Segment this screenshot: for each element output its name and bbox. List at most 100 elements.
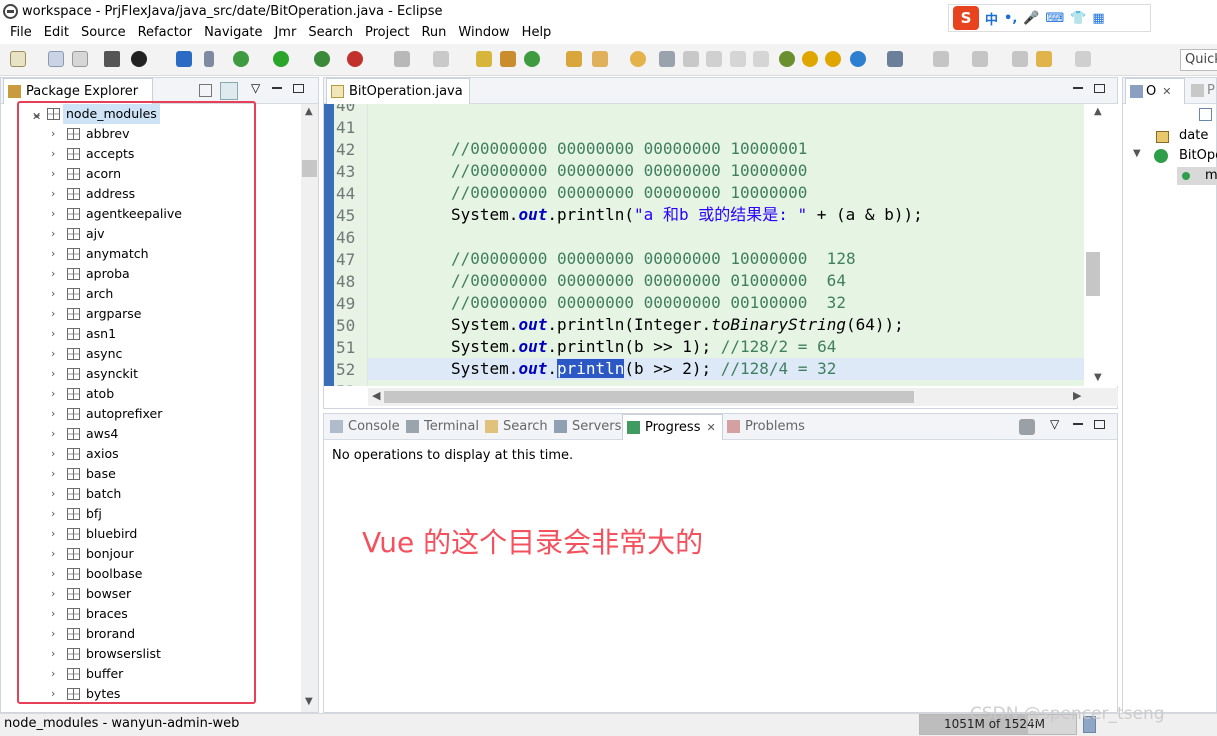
collapse-all-icon[interactable] bbox=[199, 84, 212, 97]
new-java-project-icon[interactable] bbox=[476, 51, 492, 67]
external-tools-icon[interactable] bbox=[347, 51, 363, 67]
outline-method-row[interactable]: m bbox=[1177, 167, 1217, 185]
code-line[interactable]: //00000000 00000000 00000000 10000000 12… bbox=[451, 248, 856, 270]
menu-navigate[interactable]: Navigate bbox=[198, 24, 268, 44]
maximize-icon[interactable] bbox=[1094, 420, 1105, 429]
code-token: //00000000 00000000 00000000 00100000 32 bbox=[451, 293, 846, 312]
tab-search[interactable]: Search bbox=[481, 414, 554, 440]
code-line[interactable]: System.out.println(Integer.toBinaryStrin… bbox=[451, 314, 904, 336]
sort-icon[interactable] bbox=[1199, 108, 1212, 121]
menu-file[interactable]: File bbox=[4, 24, 38, 44]
open-folder-icon[interactable] bbox=[630, 51, 646, 67]
scrollbar-thumb[interactable] bbox=[302, 160, 317, 177]
tab-second[interactable]: P bbox=[1187, 78, 1217, 104]
last-edit-icon[interactable] bbox=[1012, 51, 1028, 67]
quick-access-input[interactable]: Quick bbox=[1180, 49, 1217, 71]
close-icon[interactable]: ✕ bbox=[1162, 85, 1171, 98]
close-icon[interactable]: ✕ bbox=[706, 421, 715, 434]
build-icon[interactable] bbox=[104, 51, 120, 67]
minimize-icon[interactable] bbox=[272, 87, 282, 89]
pen-icon[interactable] bbox=[683, 51, 699, 67]
tab-bitoperation[interactable]: BitOperation.java ✕ bbox=[326, 78, 470, 123]
view-menu-icon[interactable]: ▽ bbox=[1050, 417, 1059, 431]
code-line[interactable]: //00000000 00000000 00000000 10000001 bbox=[451, 138, 807, 160]
maximize-icon[interactable] bbox=[1094, 84, 1105, 93]
code-area[interactable]: //00000000 00000000 00000000 10000001 //0… bbox=[368, 104, 1084, 386]
menu-help[interactable]: Help bbox=[516, 24, 558, 44]
new-class-icon[interactable] bbox=[524, 51, 540, 67]
annotation-icon[interactable] bbox=[659, 51, 675, 67]
code-line[interactable]: System.out.println("a 和b 或的结果是: " + (a &… bbox=[451, 204, 923, 226]
editor-hscroll[interactable]: ◀ ▶ bbox=[368, 388, 1118, 406]
tab-terminal[interactable]: Terminal bbox=[402, 414, 485, 440]
package-explorer-scrollbar[interactable]: ▲ ▼ bbox=[301, 104, 318, 712]
tab-servers[interactable]: Servers bbox=[550, 414, 627, 440]
code-line[interactable]: System.out.println(b >> 2); //128/4 = 32 bbox=[451, 358, 836, 380]
view-menu-icon[interactable]: ▽ bbox=[251, 81, 260, 95]
link-with-editor-icon[interactable] bbox=[220, 82, 238, 100]
menu-project[interactable]: Project bbox=[359, 24, 415, 44]
save-all-icon[interactable] bbox=[72, 51, 88, 67]
stop-icon[interactable] bbox=[394, 51, 410, 67]
menu-source[interactable]: Source bbox=[75, 24, 132, 44]
package-explorer-icon bbox=[8, 85, 21, 98]
tab-outline[interactable]: O ✕ bbox=[1125, 78, 1185, 104]
search-tool-icon[interactable] bbox=[592, 51, 608, 67]
menu-run[interactable]: Run bbox=[415, 24, 452, 44]
tab-progress[interactable]: Progress ✕ bbox=[622, 414, 723, 440]
coverage-icon[interactable] bbox=[314, 51, 330, 67]
menu-refactor[interactable]: Refactor bbox=[132, 24, 199, 44]
globe-icon[interactable] bbox=[850, 51, 866, 67]
block-select-icon[interactable] bbox=[730, 51, 746, 67]
code-line[interactable]: //00000000 00000000 00000000 10000000 bbox=[451, 160, 807, 182]
toggle-mark-icon[interactable] bbox=[706, 51, 722, 67]
bug-icon[interactable] bbox=[779, 51, 795, 67]
new-package-icon[interactable] bbox=[500, 51, 516, 67]
code-token: println bbox=[556, 359, 625, 378]
code-line[interactable]: //00000000 00000000 00000000 10000000 bbox=[451, 182, 807, 204]
help2-icon[interactable] bbox=[825, 51, 841, 67]
main-toolbar bbox=[0, 44, 1217, 76]
code-token: + (a & b)); bbox=[807, 205, 923, 224]
outline-package[interactable]: date bbox=[1179, 128, 1208, 143]
minimize-icon[interactable] bbox=[1073, 423, 1083, 425]
next-annotation-icon[interactable] bbox=[933, 51, 949, 67]
forward-icon[interactable] bbox=[1075, 51, 1091, 67]
filter-icon[interactable] bbox=[887, 51, 903, 67]
window-title: workspace - PrjFlexJava/java_src/date/Bi… bbox=[22, 4, 443, 19]
code-line[interactable]: //00000000 00000000 00000000 00100000 32 bbox=[451, 292, 846, 314]
remove-all-finished-icon[interactable] bbox=[1019, 419, 1035, 435]
outline-class[interactable]: BitOpe bbox=[1179, 148, 1217, 163]
save-icon[interactable] bbox=[48, 51, 64, 67]
line-number: 45 bbox=[336, 206, 356, 225]
minimize-icon[interactable] bbox=[1073, 87, 1083, 89]
menu-window[interactable]: Window bbox=[452, 24, 515, 44]
chevron-down-icon[interactable]: ▼ bbox=[1133, 148, 1141, 159]
new-icon[interactable] bbox=[10, 51, 26, 67]
tab-problems[interactable]: Problems bbox=[723, 414, 811, 440]
package-icon bbox=[1156, 131, 1169, 143]
code-line[interactable]: //00000000 00000000 00000000 01000000 64 bbox=[451, 270, 846, 292]
terminal-icon[interactable] bbox=[176, 51, 192, 67]
prev-annotation-icon[interactable] bbox=[972, 51, 988, 67]
run-icon[interactable] bbox=[273, 51, 289, 67]
editor-vscroll[interactable]: ▲ ▼ bbox=[1084, 104, 1118, 386]
disconnect-icon[interactable] bbox=[433, 51, 449, 67]
code-line[interactable]: System.out.println(b >> 1); //128/2 = 64 bbox=[451, 336, 836, 358]
menu-edit[interactable]: Edit bbox=[38, 24, 75, 44]
hscroll-thumb[interactable] bbox=[384, 391, 914, 403]
help-icon[interactable] bbox=[802, 51, 818, 67]
back-icon[interactable] bbox=[1036, 51, 1052, 67]
editor-scroll-thumb[interactable] bbox=[1086, 252, 1100, 296]
code-token: "a 和b 或的结果是: " bbox=[634, 205, 808, 224]
tab-console[interactable]: Console bbox=[326, 414, 406, 440]
pin-icon[interactable] bbox=[204, 51, 214, 67]
debug-icon[interactable] bbox=[233, 51, 249, 67]
progress-icon bbox=[627, 421, 640, 434]
menu-jmr[interactable]: Jmr bbox=[268, 24, 302, 44]
open-type-icon[interactable] bbox=[566, 51, 582, 67]
maximize-icon[interactable] bbox=[293, 84, 304, 93]
menu-search[interactable]: Search bbox=[302, 24, 359, 44]
whitespace-icon[interactable] bbox=[753, 51, 769, 67]
profile-icon[interactable] bbox=[131, 51, 147, 67]
